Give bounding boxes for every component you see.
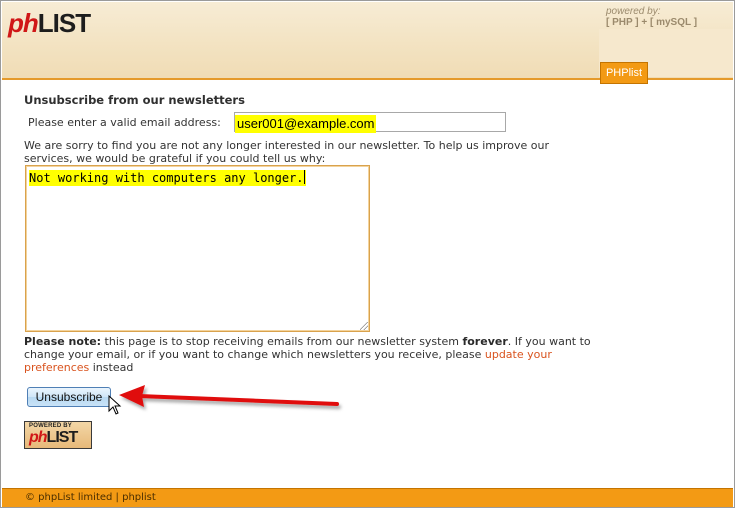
email-value: user001@example.com bbox=[235, 115, 377, 133]
logo-suffix: LIST bbox=[37, 8, 91, 38]
powered-by-stack: [ PHP ] + [ mySQL ] bbox=[606, 17, 698, 28]
reason-text: Not working with computers any longer. bbox=[29, 171, 304, 185]
footer-text: © phpList limited | phplist bbox=[25, 492, 156, 503]
email-label: Please enter a valid email address: bbox=[28, 116, 221, 129]
powered-by: powered by: [ PHP ] + [ mySQL ] bbox=[606, 6, 697, 28]
resize-grip-icon[interactable] bbox=[360, 322, 368, 330]
email-input[interactable]: user001@example.com bbox=[234, 112, 506, 133]
page-title: Unsubscribe from our newsletters bbox=[24, 93, 245, 107]
note-forever: forever bbox=[462, 335, 508, 348]
badge-logo-prefix: ph bbox=[29, 429, 48, 446]
mouse-pointer-icon bbox=[108, 395, 122, 415]
note-text-3: instead bbox=[89, 361, 134, 374]
page-footer: © phpList limited | phplist bbox=[2, 488, 733, 507]
note-text-1: this page is to stop receiving emails fr… bbox=[101, 335, 463, 348]
sorry-text: We are sorry to find you are not any lon… bbox=[24, 139, 549, 165]
browser-frame: phLIST powered by: [ PHP ] + [ mySQL ] P… bbox=[0, 0, 735, 508]
badge-logo: phLIST bbox=[29, 429, 79, 447]
powered-by-phplist-badge[interactable]: POWERED BY phLIST bbox=[24, 421, 92, 449]
unsubscribe-button[interactable]: Unsubscribe bbox=[27, 387, 111, 407]
logo-prefix: ph bbox=[8, 8, 39, 38]
phplist-logo: phLIST bbox=[8, 8, 91, 38]
unsubscribe-note: Please note: this page is to stop receiv… bbox=[24, 335, 594, 374]
note-label: Please note: bbox=[24, 335, 102, 348]
badge-logo-suffix: LIST bbox=[46, 429, 79, 446]
annotation-arrow-icon bbox=[119, 385, 339, 407]
powered-by-label: powered by: bbox=[606, 6, 661, 17]
reason-value: Not working with computers any longer. bbox=[29, 170, 306, 186]
text-caret bbox=[303, 170, 305, 184]
phplist-tab[interactable]: PHPlist bbox=[600, 62, 648, 84]
reason-textarea[interactable]: Not working with computers any longer. bbox=[25, 165, 370, 332]
